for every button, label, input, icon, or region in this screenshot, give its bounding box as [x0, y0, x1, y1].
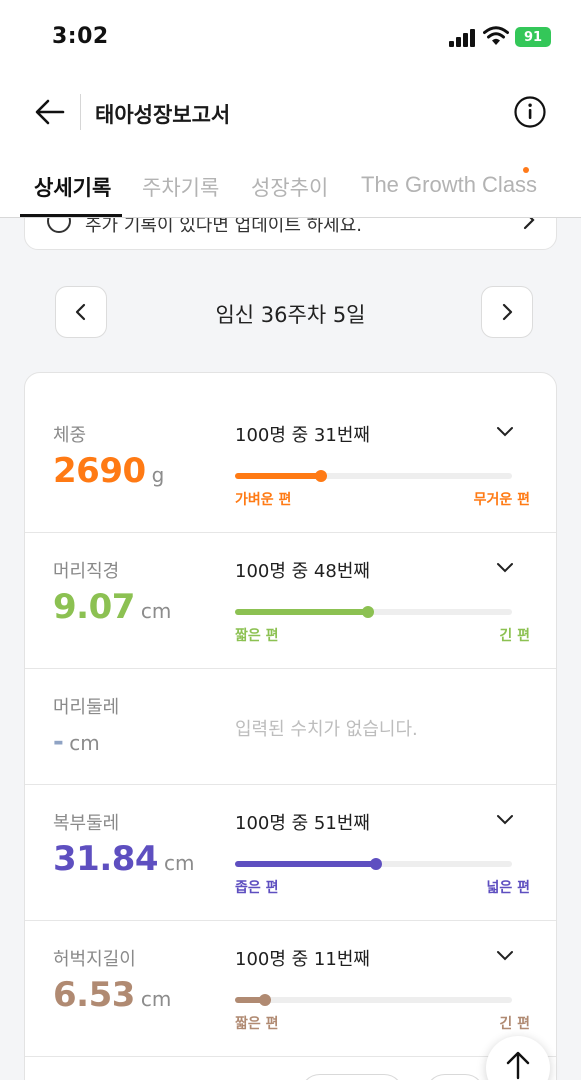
metric-value: - cm [53, 727, 100, 757]
chevron-down-icon[interactable] [495, 561, 515, 575]
tab-growth-class[interactable]: The Growth Class [361, 172, 537, 198]
percentile-fill [235, 609, 368, 615]
percentile-marker [361, 606, 374, 618]
scale-high-label: 긴 편 [499, 628, 530, 644]
chevron-down-icon[interactable] [495, 813, 515, 827]
info-button[interactable] [513, 95, 547, 129]
metric-rank: 100명 중 11번째 [235, 949, 370, 970]
signal-icon [449, 29, 477, 51]
tab-weekly-record[interactable]: 주차기록 [142, 172, 219, 202]
metric-head-circumference[interactable]: 머리둘레 - cm 입력된 수치가 없습니다. [25, 669, 556, 785]
header-divider [80, 94, 81, 130]
active-tab-indicator [20, 214, 122, 217]
metric-rank: 100명 중 48번째 [235, 561, 370, 582]
arrow-left-icon [35, 99, 65, 125]
percentile-track [235, 858, 512, 870]
metric-number: 9.07 [53, 587, 135, 627]
metric-label: 머리둘레 [53, 697, 120, 718]
metric-unit: cm [140, 987, 172, 1011]
new-badge-dot [523, 167, 529, 173]
percentile-marker [370, 858, 383, 870]
wifi-icon [483, 26, 509, 50]
metric-weight[interactable]: 체중 2690 g 100명 중 31번째 가벼운 편 무거운 편 [25, 373, 556, 533]
scale-high-label: 넓은 편 [486, 880, 530, 896]
percentile-track [235, 606, 512, 618]
growth-metrics-card: 체중 2690 g 100명 중 31번째 가벼운 편 무거운 편 머리직경 9.… [24, 372, 557, 1080]
percentile-track [235, 470, 512, 482]
scale-low-label: 짧은 편 [235, 1016, 279, 1032]
metric-unit: cm [140, 599, 172, 623]
metric-label: 허벅지길이 [53, 949, 136, 970]
metric-femur-length[interactable]: 허벅지길이 6.53 cm 100명 중 11번째 짧은 편 긴 편 [25, 921, 556, 1057]
scale-low-label: 가벼운 편 [235, 492, 292, 508]
scale-high-label: 긴 편 [499, 1016, 530, 1032]
metric-value: 6.53 cm [53, 975, 171, 1015]
percentile-fill [235, 473, 321, 479]
metric-number: - [53, 727, 64, 757]
metric-number: 2690 [53, 451, 146, 491]
metric-rank: 100명 중 31번째 [235, 425, 370, 446]
metric-unit: g [151, 463, 165, 487]
metric-label: 복부둘레 [53, 813, 120, 834]
percentile-track [235, 994, 512, 1006]
app-header: 태아성장보고서 [0, 72, 581, 152]
back-button[interactable] [32, 94, 68, 130]
metric-label: 머리직경 [53, 561, 120, 582]
scale-low-label: 짧은 편 [235, 628, 279, 644]
metric-value: 2690 g [53, 451, 164, 491]
tab-bar: 상세기록 주차기록 성장추이 The Growth Class [0, 152, 581, 218]
percentile-marker [259, 994, 272, 1006]
empty-value-message: 입력된 수치가 없습니다. [235, 719, 418, 740]
metric-unit: cm [69, 731, 100, 755]
metric-number: 6.53 [53, 975, 135, 1015]
status-time: 3:02 [52, 24, 109, 49]
next-week-button[interactable] [481, 286, 533, 338]
scale-high-label: 무거운 편 [473, 492, 530, 508]
bottom-action-pill[interactable] [300, 1074, 404, 1080]
metric-value: 9.07 cm [53, 587, 171, 627]
chevron-right-icon [502, 303, 513, 321]
percentile-marker [314, 470, 327, 482]
metric-unit: cm [164, 851, 195, 875]
metric-head-diameter[interactable]: 머리직경 9.07 cm 100명 중 48번째 짧은 편 긴 편 [25, 533, 556, 669]
metric-value: 31.84 cm [53, 839, 195, 879]
metric-rank: 100명 중 51번째 [235, 813, 370, 834]
metric-label: 체중 [53, 425, 87, 446]
chevron-down-icon[interactable] [495, 425, 515, 439]
info-icon [514, 96, 546, 128]
metric-number: 31.84 [53, 839, 159, 879]
tab-detail-record[interactable]: 상세기록 [34, 172, 111, 202]
tab-growth-trend[interactable]: 성장추이 [251, 172, 328, 202]
page-title: 태아성장보고서 [95, 103, 231, 127]
status-bar: 3:02 91 [0, 0, 581, 72]
percentile-fill [235, 861, 377, 867]
battery-indicator: 91 [515, 27, 551, 47]
arrow-up-icon [506, 1051, 530, 1080]
battery-level: 91 [523, 29, 543, 45]
scale-low-label: 좁은 편 [235, 880, 279, 896]
chevron-down-icon[interactable] [495, 949, 515, 963]
metric-abdominal-circumference[interactable]: 복부둘레 31.84 cm 100명 중 51번째 좁은 편 넓은 편 [25, 785, 556, 921]
